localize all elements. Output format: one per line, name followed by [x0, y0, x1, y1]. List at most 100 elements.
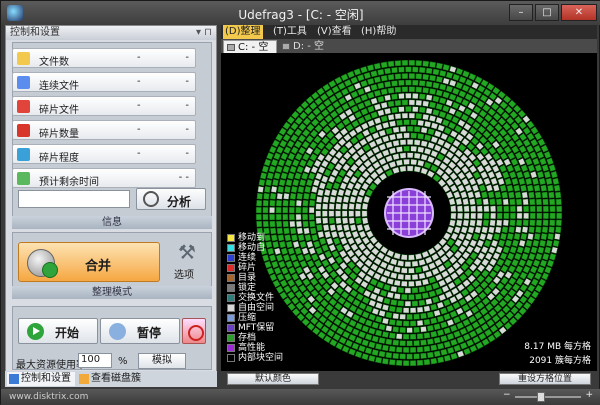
stat-row: 碎片数量 - - [12, 120, 196, 140]
legend-swatch [227, 274, 235, 282]
close-button[interactable]: ✕ [561, 4, 597, 21]
zoom-slider[interactable]: − + [503, 390, 593, 402]
menu-view[interactable]: (V)查看 [315, 25, 354, 39]
legend-swatch [227, 244, 235, 252]
drive-tabbar: C: - 空闲 D: - 空闲 [221, 39, 597, 66]
menu-defrag[interactable]: (D)整理 [223, 25, 263, 39]
control-panel: 控制和设置 ▾ ⊓ 文件数 - - 连续文件 - - 碎片文件 - - 碎片数量 - - 碎片程度 - - 预… [5, 25, 217, 387]
maximize-button[interactable]: □ [535, 4, 559, 21]
mode-section-label: 整理模式 [12, 286, 212, 299]
defrag-button[interactable]: 合并 [18, 242, 160, 282]
stat-label: 文件数 [39, 57, 69, 68]
legend-item[interactable]: 交换文件 [227, 293, 283, 303]
database-icon [27, 249, 58, 278]
tab-view-clusters[interactable]: 查看磁盘簇 [77, 372, 147, 386]
start-button[interactable]: 开始 [18, 318, 98, 344]
zoom-out-icon[interactable]: − [503, 390, 511, 400]
left-tabs: 控制和设置 查看磁盘簇 [5, 371, 217, 387]
simulate-button[interactable]: 模拟 [138, 353, 186, 369]
contiguous-icon [17, 76, 30, 89]
mb-per-block: 8.17 MB 每方格 [524, 342, 591, 352]
menu-bar: (D)整理 (T)工具 (V)查看 (H)帮助 [221, 25, 597, 39]
legend-item[interactable]: 移动自 [227, 243, 283, 253]
legend-item[interactable]: MFT保留 [227, 323, 283, 333]
analyze-button[interactable]: 分析 [136, 188, 206, 210]
legend-swatch [227, 354, 235, 362]
stat-label: 预计剩余时间 [39, 177, 99, 188]
legend-item[interactable]: 存档 [227, 333, 283, 343]
play-icon [27, 323, 44, 340]
stat-label: 碎片文件 [39, 105, 79, 116]
legend: 移动到 移动自 连续 碎片 目录 锁定 交换文件 自由空间 压缩 MFT保留 存档 高性能 内部块空间 [227, 233, 283, 363]
options-button[interactable]: ⚒ 选项 [168, 240, 208, 284]
legend-swatch [227, 234, 235, 242]
cluster-view: (D)整理 (T)工具 (V)查看 (H)帮助 C: - 空闲 D: - 空闲 … [221, 25, 597, 387]
zoom-in-icon[interactable]: + [585, 390, 593, 400]
minimize-button[interactable]: – [509, 4, 533, 21]
clusters-tab-icon [79, 374, 89, 384]
stat-percent: - [185, 76, 189, 87]
app-window: Udefrag3 - [C: - 空闲] – □ ✕ 控制和设置 ▾ ⊓ 文件数… [0, 0, 600, 405]
stop-button[interactable] [182, 318, 206, 344]
tab-control-settings[interactable]: 控制和设置 [7, 372, 75, 386]
legend-swatch [227, 284, 235, 292]
menu-help[interactable]: (H)帮助 [359, 25, 398, 39]
resource-label: 最大资源使用率 [16, 360, 86, 371]
drive-icon [282, 43, 290, 50]
stat-percent: - [185, 148, 189, 159]
legend-item[interactable]: 移动到 [227, 233, 283, 243]
legend-item[interactable]: 碎片 [227, 263, 283, 273]
zoom-knob[interactable] [537, 392, 545, 402]
legend-swatch [227, 264, 235, 272]
pause-button[interactable]: 暂停 [100, 318, 180, 344]
legend-item[interactable]: 压缩 [227, 313, 283, 323]
pause-icon [109, 323, 126, 340]
stat-row: 碎片文件 - - [12, 96, 196, 116]
resource-select[interactable]: 100 [78, 353, 112, 368]
stat-percent: - - [178, 172, 189, 183]
status-bar: www.disktrix.com − + [1, 389, 600, 405]
legend-swatch [227, 314, 235, 322]
legend-swatch [227, 254, 235, 262]
legend-swatch [227, 304, 235, 312]
fragments-count-icon [17, 124, 30, 137]
legend-item[interactable]: 锁定 [227, 283, 283, 293]
stat-value: - [137, 124, 141, 135]
tab-drive-d[interactable]: D: - 空闲 [279, 40, 333, 65]
resource-unit: % [118, 356, 128, 367]
disk-map[interactable]: 移动到 移动自 连续 碎片 目录 锁定 交换文件 自由空间 压缩 MFT保留 存档 高性能 内部块空间 … [221, 53, 597, 371]
stat-percent: - [185, 52, 189, 63]
reset-block-position-button[interactable]: 重设方格位置 [499, 373, 591, 385]
legend-item[interactable]: 高性能 [227, 343, 283, 353]
drive-search-input[interactable] [18, 190, 130, 208]
drive-icon [227, 44, 235, 51]
legend-item[interactable]: 自由空间 [227, 303, 283, 313]
tab-drive-c[interactable]: C: - 空闲 [223, 40, 277, 66]
files-icon [17, 52, 30, 65]
settings-tab-icon [9, 374, 19, 384]
stat-value: - [137, 100, 141, 111]
default-colors-button[interactable]: 默认颜色 [227, 373, 319, 385]
stat-row: 碎片程度 - - [12, 144, 196, 164]
legend-item[interactable]: 目录 [227, 273, 283, 283]
magnifier-icon [143, 191, 159, 207]
stat-label: 碎片程度 [39, 153, 79, 164]
legend-swatch [227, 294, 235, 302]
legend-item[interactable]: 连续 [227, 253, 283, 263]
legend-swatch [227, 324, 235, 332]
clock-icon [17, 172, 30, 185]
website-link[interactable]: www.disktrix.com [9, 392, 88, 402]
stat-row: 文件数 - - [12, 48, 196, 68]
stat-percent: - [185, 124, 189, 135]
stat-value: - [137, 148, 141, 159]
pin-icon[interactable]: ▾ ⊓ [196, 26, 212, 39]
stat-percent: - [185, 100, 189, 111]
panel-header: 控制和设置 ▾ ⊓ [6, 26, 216, 40]
info-section-label: 信息 [12, 216, 212, 229]
menu-tools[interactable]: (T)工具 [271, 25, 309, 39]
stat-label: 碎片数量 [39, 129, 79, 140]
fragmented-icon [17, 100, 30, 113]
panel-title: 控制和设置 [10, 27, 60, 38]
fragment-level-icon [17, 148, 30, 161]
legend-item[interactable]: 内部块空间 [227, 353, 283, 363]
